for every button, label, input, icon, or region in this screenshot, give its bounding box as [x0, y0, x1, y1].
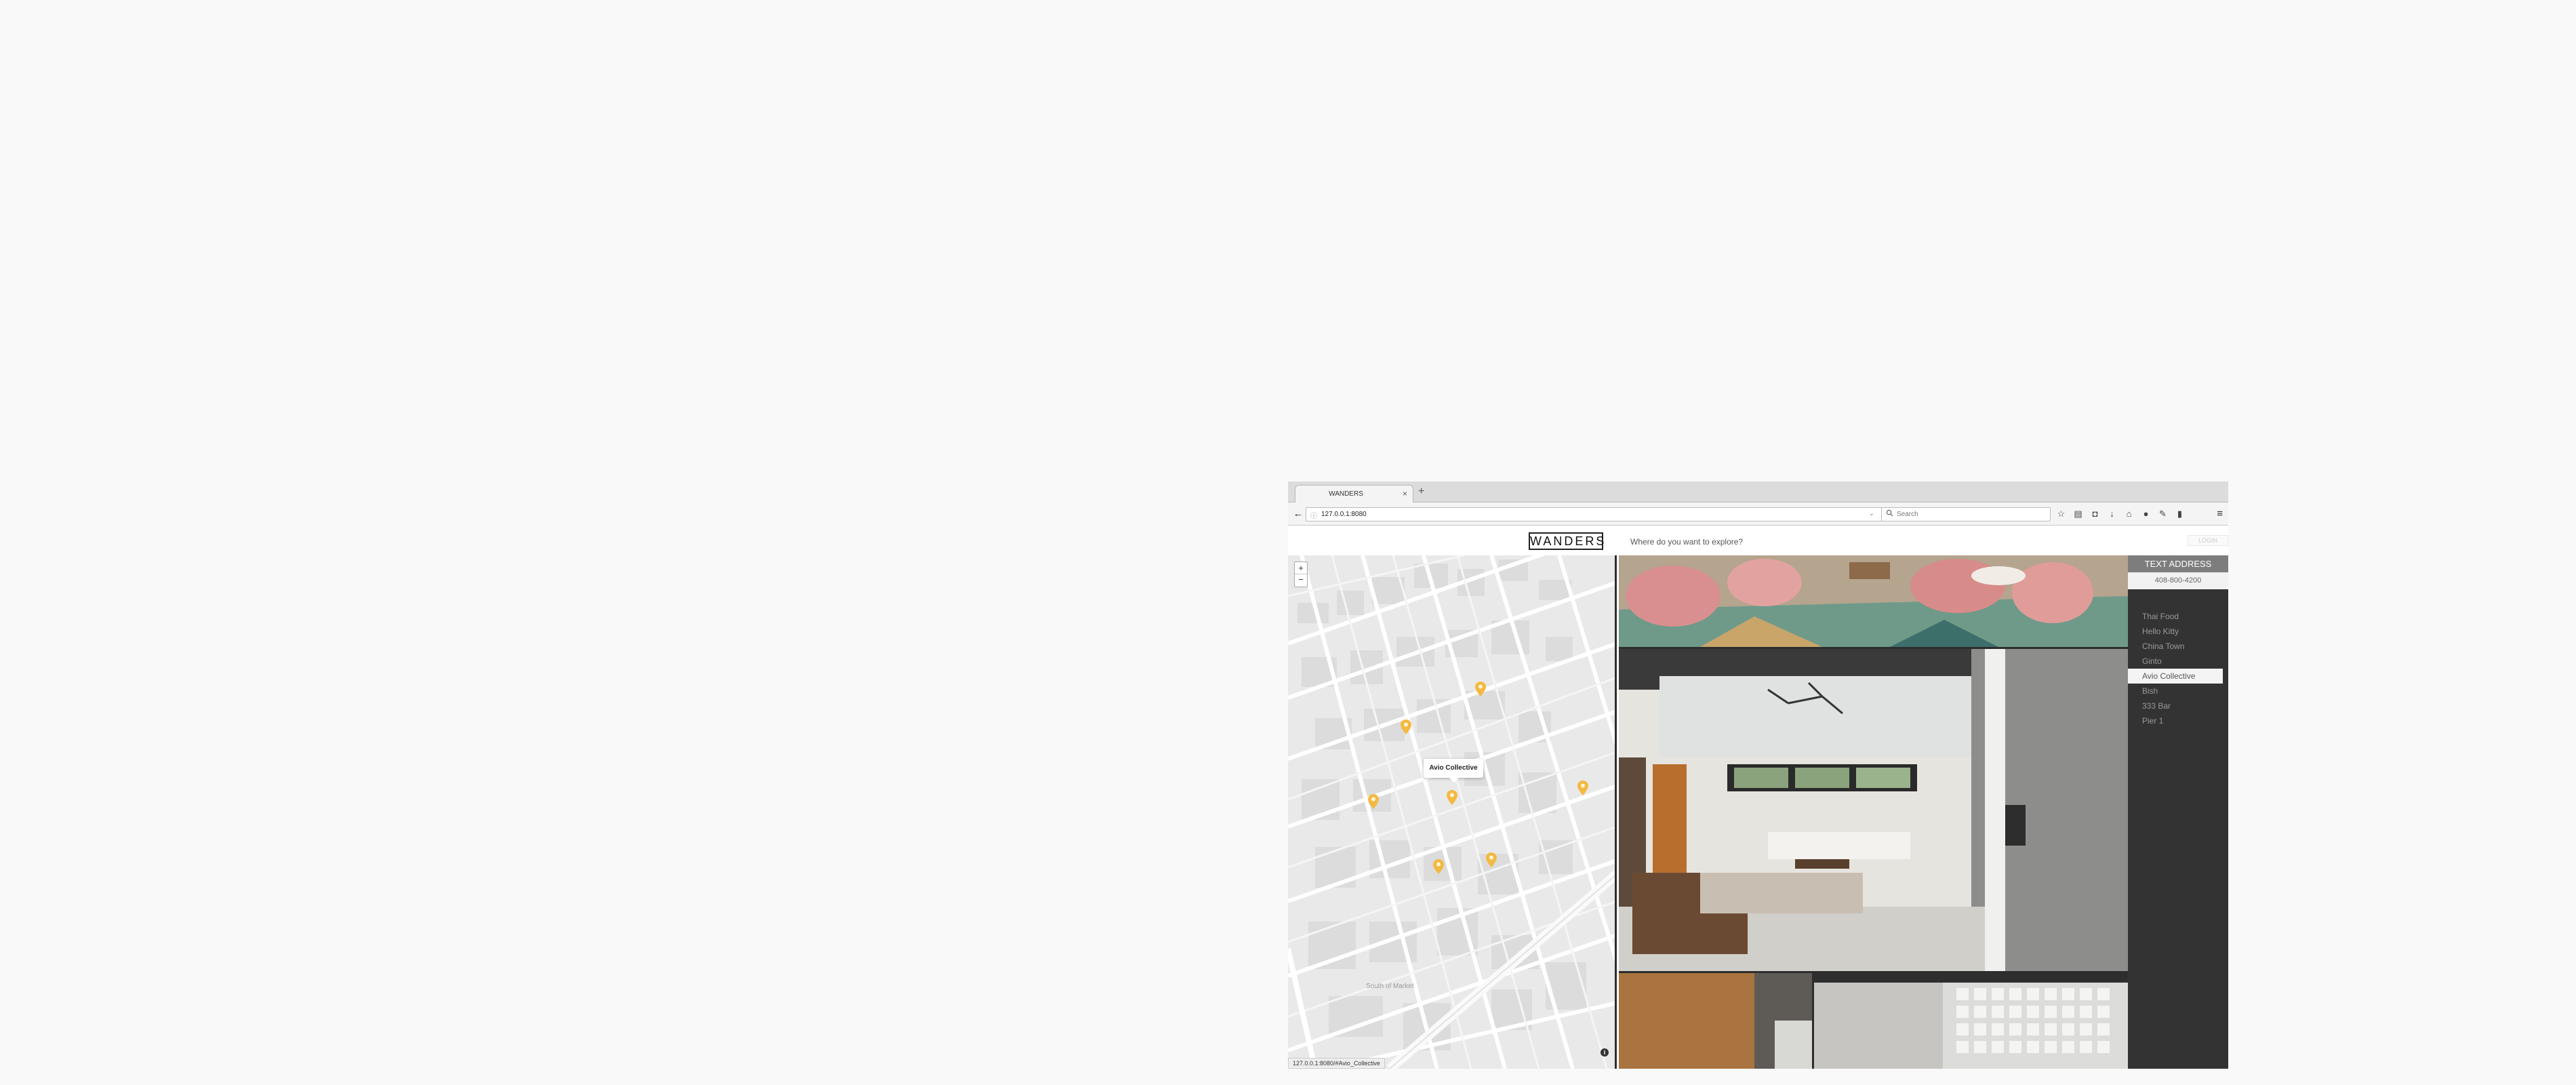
- search-icon: [1886, 509, 1893, 517]
- place-item-hello-kitty[interactable]: Hello Kitty: [2128, 624, 2228, 639]
- map-pin-icon[interactable]: [1475, 682, 1486, 696]
- map-popup[interactable]: Avio Collective: [1424, 759, 1483, 783]
- back-arrow-icon[interactable]: ←: [1292, 508, 1304, 520]
- toolbar-icons: ☆ ▤ ◘ ↓ ⌂ ● ✎ ▮: [2055, 508, 2186, 520]
- map-pin-icon[interactable]: [1486, 852, 1497, 867]
- place-item-bish[interactable]: Bish: [2128, 684, 2228, 698]
- search-placeholder: Search: [1897, 511, 1918, 518]
- reading-list-icon[interactable]: ▤: [2072, 508, 2084, 520]
- chevron-down-icon[interactable]: ⌄: [1869, 510, 1874, 517]
- site-info-icon[interactable]: ⓘ: [1310, 510, 1317, 520]
- map-pin-icon[interactable]: [1401, 719, 1411, 734]
- map-pin-icon[interactable]: [1433, 859, 1444, 874]
- new-tab-button[interactable]: +: [1418, 486, 1424, 498]
- map-pin-icon[interactable]: [1368, 794, 1379, 809]
- chat-icon[interactable]: ●: [2140, 508, 2152, 520]
- url-text: 127.0.0.1:8080: [1321, 511, 1367, 518]
- wood-photo[interactable]: [1619, 973, 1812, 1069]
- side-panel: TEXT ADDRESS 408-800-4200 Thai Food Hell…: [2128, 555, 2228, 1069]
- place-item-china-town[interactable]: China Town: [2128, 639, 2228, 654]
- place-item-pier-1[interactable]: Pier 1: [2128, 713, 2228, 728]
- map-streets: [1288, 555, 1615, 1069]
- login-button[interactable]: LOGIN: [2188, 535, 2228, 546]
- map-pin-icon[interactable]: [1577, 781, 1588, 795]
- hamburger-menu-icon[interactable]: ≡: [2217, 508, 2223, 519]
- interior-photo[interactable]: [1619, 649, 2128, 971]
- pocket-icon[interactable]: ◘: [2089, 508, 2101, 520]
- place-list: Thai Food Hello Kitty China Town Ginto A…: [2128, 609, 2228, 728]
- zoom-in-button[interactable]: +: [1295, 562, 1307, 574]
- place-item-thai-food[interactable]: Thai Food: [2128, 609, 2228, 624]
- info-icon[interactable]: i: [1601, 1048, 1609, 1057]
- zoom-control: + −: [1294, 561, 1308, 587]
- bookmark-star-icon[interactable]: ☆: [2055, 508, 2067, 520]
- url-bar[interactable]: ⓘ 127.0.0.1:8080 ⌄ ⟳: [1306, 507, 1893, 521]
- place-item-ginto[interactable]: Ginto: [2128, 654, 2228, 669]
- extension-icon[interactable]: ✎: [2157, 508, 2169, 520]
- search-input[interactable]: Search: [1881, 507, 2051, 521]
- extension-menu-icon[interactable]: ▮: [2174, 508, 2186, 520]
- restaurant-photo[interactable]: [1619, 555, 2128, 647]
- zoom-out-button[interactable]: −: [1295, 574, 1307, 587]
- text-address-button[interactable]: TEXT ADDRESS: [2128, 555, 2228, 572]
- map[interactable]: + − Avio Collective South of Market i 12…: [1288, 555, 1617, 1069]
- browser-tab[interactable]: WANDERS ×: [1295, 485, 1413, 502]
- photo-gallery: [1619, 555, 2128, 1069]
- status-url: 127.0.0.1:8080/#Avio_Collective: [1288, 1058, 1385, 1069]
- browser-window: WANDERS × + ← ⓘ 127.0.0.1:8080 ⌄ ⟳ Searc…: [1288, 481, 2228, 1069]
- navigation-bar: ← ⓘ 127.0.0.1:8080 ⌄ ⟳ Search ☆ ▤ ◘ ↓ ⌂ …: [1288, 502, 2228, 526]
- logo[interactable]: WANDERS: [1529, 532, 1604, 550]
- district-label: South of Market: [1366, 983, 1414, 990]
- home-icon[interactable]: ⌂: [2123, 508, 2135, 520]
- explore-prompt[interactable]: Where do you want to explore?: [1630, 537, 1743, 547]
- phone-number: 408-800-4200: [2128, 572, 2228, 589]
- tab-title: WANDERS: [1329, 490, 1363, 498]
- site-header: WANDERS Where do you want to explore? LO…: [1288, 526, 2228, 555]
- tab-bar: WANDERS × +: [1288, 481, 2228, 502]
- facade-photo[interactable]: [1814, 973, 2128, 1069]
- map-pin-icon[interactable]: [1447, 790, 1457, 805]
- close-tab-icon[interactable]: ×: [1403, 489, 1407, 498]
- place-item-avio-collective[interactable]: Avio Collective: [2128, 669, 2223, 684]
- download-icon[interactable]: ↓: [2106, 508, 2118, 520]
- place-item-333-bar[interactable]: 333 Bar: [2128, 698, 2228, 713]
